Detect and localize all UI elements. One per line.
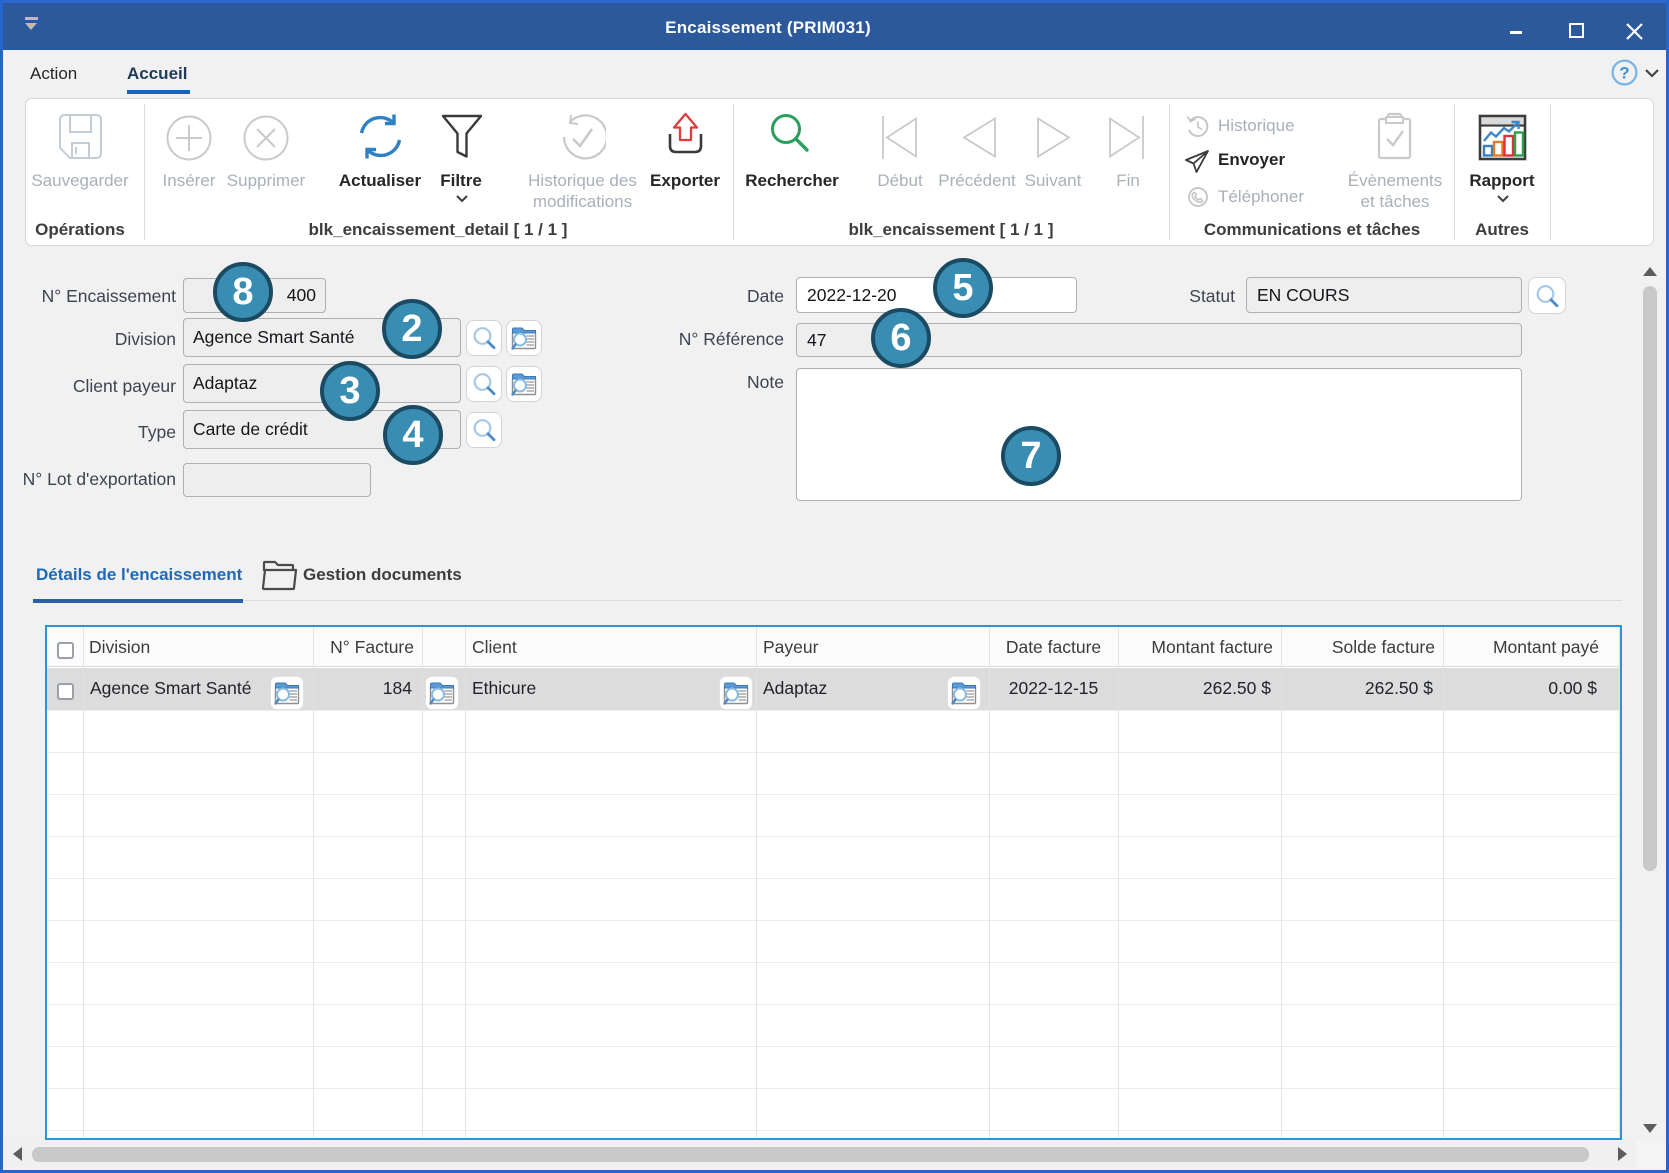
svg-text:?: ? (1619, 64, 1629, 83)
